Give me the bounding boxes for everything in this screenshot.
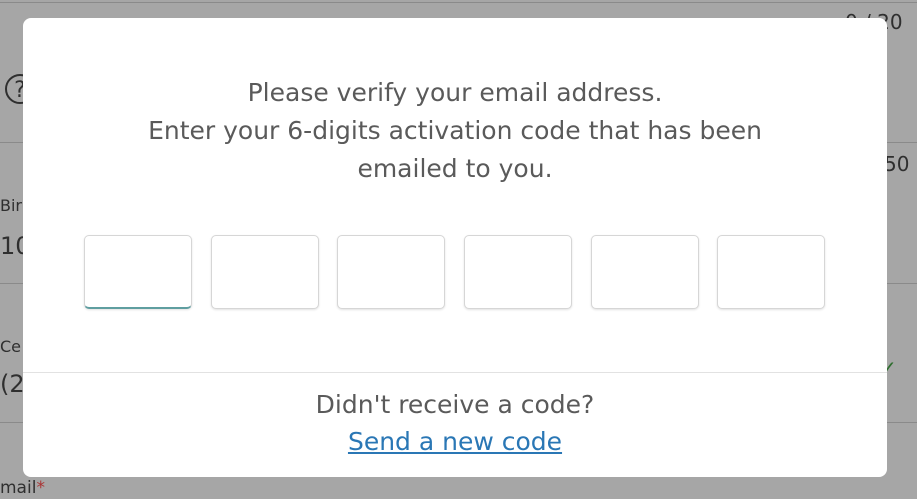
verification-message: Please verify your email address. Enter … xyxy=(23,74,887,188)
verify-email-modal: Please verify your email address. Enter … xyxy=(23,18,887,477)
field-label-cellphone: Ce xyxy=(0,337,22,356)
divider xyxy=(0,2,917,3)
message-line: emailed to you. xyxy=(357,154,553,183)
code-digit-6[interactable] xyxy=(717,235,825,309)
code-digit-3[interactable] xyxy=(337,235,445,309)
field-value-cellphone[interactable]: (2 xyxy=(0,370,25,398)
send-new-code-link[interactable]: Send a new code xyxy=(348,427,562,456)
field-label-email: mail* xyxy=(0,478,45,498)
character-counter: 50 xyxy=(884,152,910,176)
message-line: Please verify your email address. xyxy=(247,78,663,107)
message-line: Enter your 6-digits activation code that… xyxy=(148,116,762,145)
code-digit-5[interactable] xyxy=(591,235,699,309)
resend-container: Send a new code xyxy=(23,427,887,456)
code-digit-1[interactable] xyxy=(84,235,192,309)
code-digit-2[interactable] xyxy=(211,235,319,309)
resend-question: Didn't receive a code? xyxy=(315,390,595,419)
field-label-birthdate: Bir xyxy=(0,196,22,215)
code-digit-4[interactable] xyxy=(464,235,572,309)
modal-divider xyxy=(23,372,887,373)
